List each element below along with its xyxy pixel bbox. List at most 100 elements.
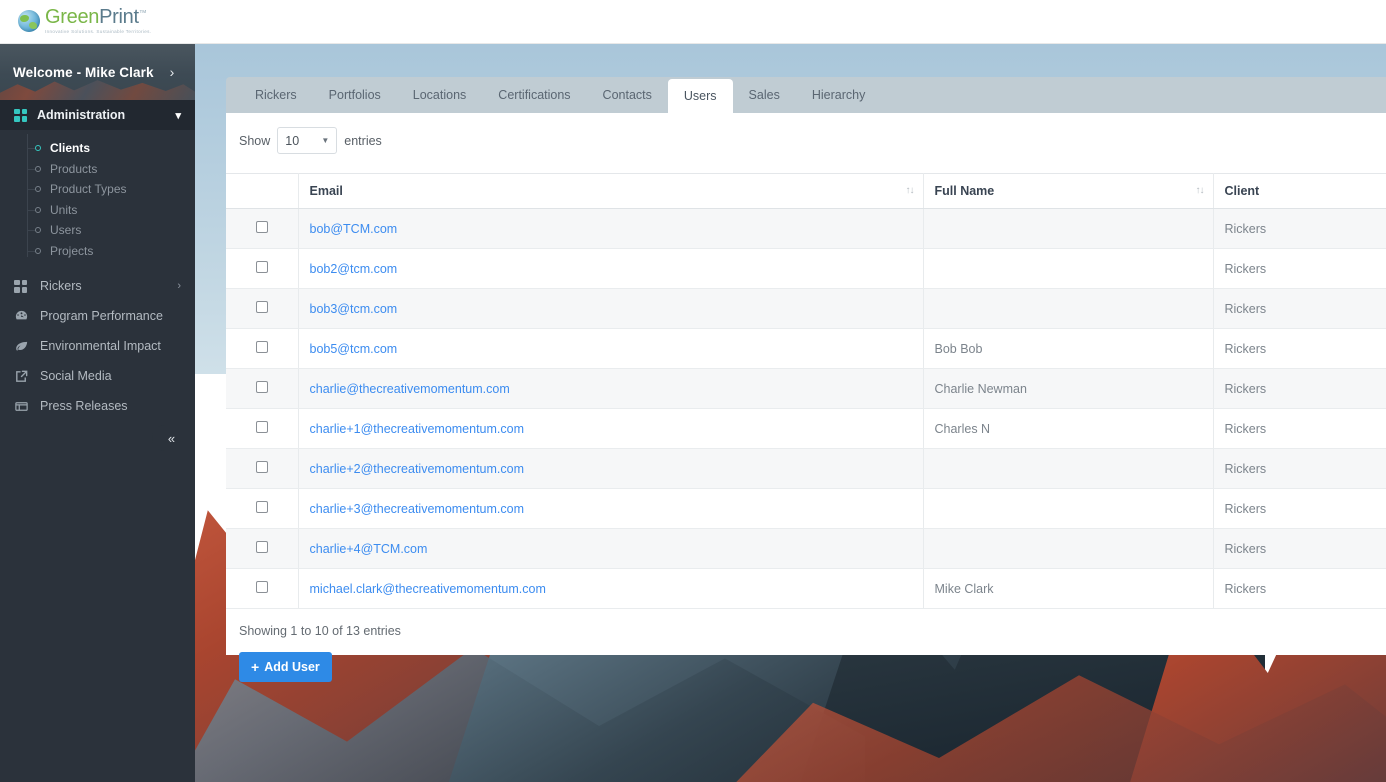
row-checkbox[interactable]	[255, 501, 268, 513]
users-card: Show 10 ▼ entries Email ↑↓ Full Name ↑↓	[226, 113, 1386, 682]
logo-green-text: Green	[45, 6, 100, 28]
sidebar-item-press-releases[interactable]: Press Releases	[0, 391, 195, 421]
sidebar-item-units[interactable]: Units	[0, 200, 195, 221]
double-chevron-left-icon: «	[167, 430, 175, 446]
row-checkbox-cell[interactable]	[226, 368, 299, 409]
tab-hierarchy[interactable]: Hierarchy	[796, 77, 882, 113]
table-info: Showing 1 to 10 of 13 entries	[239, 624, 401, 638]
bullet-icon	[35, 186, 41, 193]
email-link[interactable]: charlie+4@TCM.com	[310, 542, 428, 556]
email-link[interactable]: bob@TCM.com	[310, 222, 398, 236]
column-header-client[interactable]: Client	[1213, 173, 1386, 209]
row-checkbox[interactable]	[255, 341, 268, 353]
sidebar-item-label: Program Performance	[40, 309, 163, 323]
email-link[interactable]: bob3@tcm.com	[310, 302, 398, 316]
column-header-email[interactable]: Email ↑↓	[298, 173, 924, 209]
chevron-right-icon[interactable]: ›	[170, 64, 175, 80]
table-row[interactable]: charlie@thecreativemomentum.com Charlie …	[226, 368, 1386, 409]
sidebar-item-projects[interactable]: Projects	[0, 241, 195, 262]
row-email-cell: michael.clark@thecreativemomentum.com	[298, 568, 924, 609]
table-row[interactable]: bob@TCM.com Rickers	[226, 208, 1386, 249]
row-email-cell: charlie+4@TCM.com	[298, 528, 924, 569]
table-row[interactable]: charlie+1@thecreativemomentum.com Charle…	[226, 408, 1386, 449]
row-checkbox[interactable]	[255, 261, 268, 273]
users-table-body: bob@TCM.com Rickers bob2@tcm.com Rickers…	[226, 208, 1386, 609]
row-checkbox[interactable]	[255, 381, 268, 393]
tab-certifications[interactable]: Certifications	[482, 77, 586, 113]
brand-logo[interactable]: GreenPrint™ Innovative Solutions. Sustai…	[18, 7, 151, 34]
row-full-name-cell	[923, 448, 1214, 489]
chevron-down-icon[interactable]: ▾	[175, 109, 181, 122]
page-length-select[interactable]: 10 ▼	[277, 127, 338, 154]
table-row[interactable]: charlie+4@TCM.com Rickers	[226, 528, 1386, 569]
table-row[interactable]: bob5@tcm.com Bob Bob Rickers	[226, 328, 1386, 369]
table-row[interactable]: michael.clark@thecreativemomentum.com Mi…	[226, 568, 1386, 609]
sidebar-item-environmental-impact[interactable]: Environmental Impact	[0, 331, 195, 361]
add-user-button[interactable]: + Add User	[239, 652, 332, 682]
sidebar-item-product-types[interactable]: Product Types	[0, 179, 195, 200]
table-row[interactable]: charlie+2@thecreativemomentum.com Ricker…	[226, 448, 1386, 489]
email-link[interactable]: charlie@thecreativemomentum.com	[310, 382, 510, 396]
sidebar-item-social-media[interactable]: Social Media	[0, 361, 195, 391]
column-header-email-label: Email	[309, 184, 343, 198]
column-header-full-name[interactable]: Full Name ↑↓	[923, 173, 1214, 209]
row-checkbox-cell[interactable]	[226, 448, 299, 489]
row-client-cell: Rickers	[1213, 208, 1386, 249]
row-checkbox-cell[interactable]	[226, 528, 299, 569]
column-header-client-label: Client	[1224, 184, 1260, 198]
row-checkbox[interactable]	[255, 421, 268, 433]
sidebar-item-users[interactable]: Users	[0, 220, 195, 241]
sidebar-item-products[interactable]: Products	[0, 159, 195, 180]
sidebar-item-rickers[interactable]: Rickers ›	[0, 271, 195, 301]
row-checkbox-cell[interactable]	[226, 328, 299, 369]
tab-sales[interactable]: Sales	[733, 77, 796, 113]
table-row[interactable]: bob2@tcm.com Rickers	[226, 248, 1386, 289]
row-client-cell: Rickers	[1213, 448, 1386, 489]
chevron-right-icon[interactable]: ›	[177, 280, 181, 292]
sidebar-section-administration[interactable]: Administration ▾	[0, 100, 195, 130]
sidebar-section-label: Administration	[37, 108, 126, 122]
row-checkbox-cell[interactable]	[226, 568, 299, 609]
row-checkbox[interactable]	[255, 541, 268, 553]
row-checkbox[interactable]	[255, 221, 268, 233]
sidebar-subitem-label: Products	[50, 161, 98, 176]
sidebar-item-program-performance[interactable]: Program Performance	[0, 301, 195, 331]
row-client-cell: Rickers	[1213, 368, 1386, 409]
bullet-icon	[35, 206, 41, 213]
page-length-value: 10	[285, 133, 300, 148]
row-checkbox-cell[interactable]	[226, 488, 299, 529]
row-checkbox[interactable]	[255, 581, 268, 593]
email-link[interactable]: bob2@tcm.com	[310, 262, 398, 276]
welcome-banner[interactable]: Welcome - Mike Clark ›	[0, 44, 195, 100]
tab-contacts[interactable]: Contacts	[587, 77, 668, 113]
sort-icon[interactable]: ↑↓	[1196, 185, 1205, 196]
tab-users[interactable]: Users	[667, 79, 733, 113]
sidebar-item-clients[interactable]: Clients	[0, 138, 195, 159]
row-checkbox-cell[interactable]	[226, 248, 299, 289]
sidebar-collapse-button[interactable]: «	[152, 425, 190, 451]
grid-icon	[14, 279, 31, 293]
row-checkbox-cell[interactable]	[226, 208, 299, 249]
tab-locations[interactable]: Locations	[397, 77, 483, 113]
table-row[interactable]: charlie+3@thecreativemomentum.com Ricker…	[226, 488, 1386, 529]
logo-tagline: Innovative Solutions. Sustainable Territ…	[45, 29, 152, 34]
row-checkbox[interactable]	[255, 461, 268, 473]
tab-rickers[interactable]: Rickers	[239, 77, 313, 113]
row-client-cell: Rickers	[1213, 288, 1386, 329]
email-link[interactable]: charlie+3@thecreativemomentum.com	[310, 502, 525, 516]
row-checkbox-cell[interactable]	[226, 288, 299, 329]
email-link[interactable]: bob5@tcm.com	[310, 342, 398, 356]
row-full-name-cell	[923, 528, 1214, 569]
tab-portfolios[interactable]: Portfolios	[313, 77, 397, 113]
table-row[interactable]: bob3@tcm.com Rickers	[226, 288, 1386, 329]
sidebar-item-label: Press Releases	[40, 399, 128, 413]
sort-icon[interactable]: ↑↓	[906, 185, 915, 196]
email-link[interactable]: michael.clark@thecreativemomentum.com	[310, 582, 546, 596]
row-full-name-cell: Charlie Newman	[923, 368, 1214, 409]
row-email-cell: bob2@tcm.com	[298, 248, 924, 289]
email-link[interactable]: charlie+1@thecreativemomentum.com	[310, 422, 525, 436]
logo-print-text: Print	[99, 6, 139, 28]
email-link[interactable]: charlie+2@thecreativemomentum.com	[310, 462, 525, 476]
row-checkbox[interactable]	[255, 301, 268, 313]
row-checkbox-cell[interactable]	[226, 408, 299, 449]
